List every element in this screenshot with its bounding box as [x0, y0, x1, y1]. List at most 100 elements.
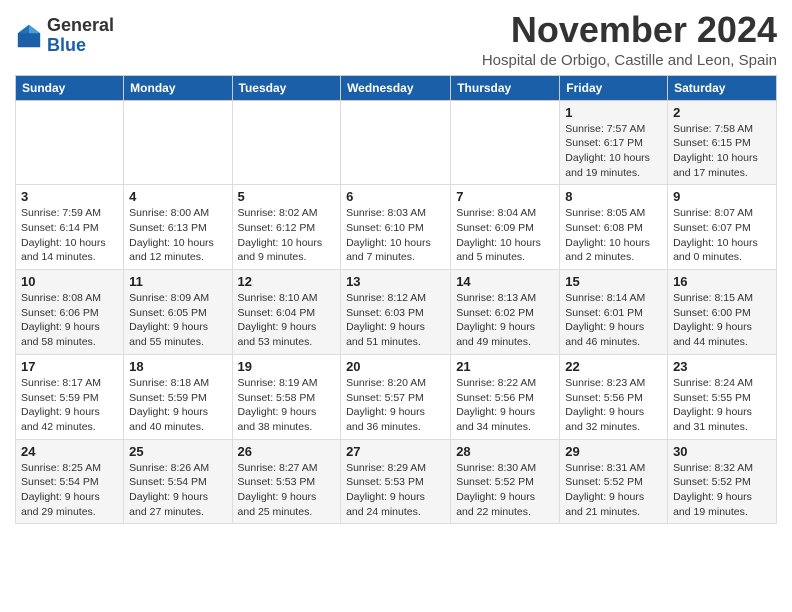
calendar-cell: 2 Sunrise: 7:58 AM Sunset: 6:15 PM Daylig…	[668, 100, 777, 185]
header-thursday: Thursday	[451, 75, 560, 100]
logo-blue: Blue	[47, 36, 114, 56]
calendar-cell: 14 Sunrise: 8:13 AM Sunset: 6:02 PM Dayli…	[451, 270, 560, 355]
calendar-cell: 11Sunrise: 8:09 AM Sunset: 6:05 PM Dayli…	[124, 270, 232, 355]
calendar-cell: 7 Sunrise: 8:04 AM Sunset: 6:09 PM Daylig…	[451, 185, 560, 270]
calendar-cell: 28Sunrise: 8:30 AM Sunset: 5:52 PM Dayli…	[451, 439, 560, 524]
calendar-table: Sunday Monday Tuesday Wednesday Thursday…	[15, 75, 777, 525]
page-container: General Blue November 2024 Hospital de O…	[0, 0, 792, 534]
calendar-cell: 17Sunrise: 8:17 AM Sunset: 5:59 PM Dayli…	[16, 354, 124, 439]
day-number: 18	[129, 359, 226, 374]
day-info: Sunrise: 8:00 AM Sunset: 6:13 PM Dayligh…	[129, 206, 226, 265]
calendar-cell: 19 Sunrise: 8:19 AM Sunset: 5:58 PM Dayli…	[232, 354, 341, 439]
day-number: 5	[238, 189, 336, 204]
calendar-cell	[341, 100, 451, 185]
day-number: 10	[21, 274, 118, 289]
day-info: Sunrise: 8:20 AM Sunset: 5:57 PM Dayligh…	[346, 376, 445, 435]
day-info: Sunrise: 8:30 AM Sunset: 5:52 PM Dayligh…	[456, 461, 554, 520]
day-number: 26	[238, 444, 336, 459]
header-friday: Friday	[560, 75, 668, 100]
day-number: 22	[565, 359, 662, 374]
day-info: Sunrise: 8:04 AM Sunset: 6:09 PM Dayligh…	[456, 206, 554, 265]
day-number: 17	[21, 359, 118, 374]
calendar-cell: 15 Sunrise: 8:14 AM Sunset: 6:01 PM Dayli…	[560, 270, 668, 355]
day-info: Sunrise: 8:18 AM Sunset: 5:59 PM Dayligh…	[129, 376, 226, 435]
calendar-cell: 27 Sunrise: 8:29 AM Sunset: 5:53 PM Dayli…	[341, 439, 451, 524]
calendar-cell	[16, 100, 124, 185]
calendar-cell: 1 Sunrise: 7:57 AM Sunset: 6:17 PM Daylig…	[560, 100, 668, 185]
calendar-cell: 26 Sunrise: 8:27 AM Sunset: 5:53 PM Dayli…	[232, 439, 341, 524]
day-number: 14	[456, 274, 554, 289]
day-number: 19	[238, 359, 336, 374]
calendar-cell	[451, 100, 560, 185]
logo-general: General	[47, 16, 114, 36]
calendar-cell: 6 Sunrise: 8:03 AM Sunset: 6:10 PM Daylig…	[341, 185, 451, 270]
day-number: 2	[673, 105, 771, 120]
week-row-1: 1 Sunrise: 7:57 AM Sunset: 6:17 PM Daylig…	[16, 100, 777, 185]
day-info: Sunrise: 7:57 AM Sunset: 6:17 PM Dayligh…	[565, 122, 662, 181]
logo: General Blue	[15, 16, 114, 56]
day-number: 25	[129, 444, 226, 459]
calendar-cell	[232, 100, 341, 185]
day-number: 12	[238, 274, 336, 289]
day-number: 16	[673, 274, 771, 289]
logo-icon	[15, 22, 43, 50]
calendar-cell	[124, 100, 232, 185]
day-number: 7	[456, 189, 554, 204]
day-info: Sunrise: 8:08 AM Sunset: 6:06 PM Dayligh…	[21, 291, 118, 350]
calendar-cell: 21Sunrise: 8:22 AM Sunset: 5:56 PM Dayli…	[451, 354, 560, 439]
day-number: 4	[129, 189, 226, 204]
day-info: Sunrise: 7:59 AM Sunset: 6:14 PM Dayligh…	[21, 206, 118, 265]
calendar-cell: 23Sunrise: 8:24 AM Sunset: 5:55 PM Dayli…	[668, 354, 777, 439]
day-number: 29	[565, 444, 662, 459]
day-info: Sunrise: 8:10 AM Sunset: 6:04 PM Dayligh…	[238, 291, 336, 350]
day-info: Sunrise: 8:32 AM Sunset: 5:52 PM Dayligh…	[673, 461, 771, 520]
calendar-cell: 9Sunrise: 8:07 AM Sunset: 6:07 PM Daylig…	[668, 185, 777, 270]
day-number: 15	[565, 274, 662, 289]
calendar-cell: 30Sunrise: 8:32 AM Sunset: 5:52 PM Dayli…	[668, 439, 777, 524]
day-info: Sunrise: 8:05 AM Sunset: 6:08 PM Dayligh…	[565, 206, 662, 265]
logo-text: General Blue	[47, 16, 114, 56]
header-saturday: Saturday	[668, 75, 777, 100]
calendar-cell: 20 Sunrise: 8:20 AM Sunset: 5:57 PM Dayli…	[341, 354, 451, 439]
day-number: 11	[129, 274, 226, 289]
weekday-header-row: Sunday Monday Tuesday Wednesday Thursday…	[16, 75, 777, 100]
day-info: Sunrise: 8:31 AM Sunset: 5:52 PM Dayligh…	[565, 461, 662, 520]
day-info: Sunrise: 8:02 AM Sunset: 6:12 PM Dayligh…	[238, 206, 336, 265]
calendar-cell: 22 Sunrise: 8:23 AM Sunset: 5:56 PM Dayli…	[560, 354, 668, 439]
day-info: Sunrise: 8:07 AM Sunset: 6:07 PM Dayligh…	[673, 206, 771, 265]
day-number: 27	[346, 444, 445, 459]
day-info: Sunrise: 8:29 AM Sunset: 5:53 PM Dayligh…	[346, 461, 445, 520]
day-number: 20	[346, 359, 445, 374]
day-number: 8	[565, 189, 662, 204]
week-row-5: 24 Sunrise: 8:25 AM Sunset: 5:54 PM Dayli…	[16, 439, 777, 524]
day-info: Sunrise: 8:14 AM Sunset: 6:01 PM Dayligh…	[565, 291, 662, 350]
day-number: 13	[346, 274, 445, 289]
day-number: 1	[565, 105, 662, 120]
title-block: November 2024 Hospital de Orbigo, Castil…	[482, 10, 777, 69]
day-info: Sunrise: 8:23 AM Sunset: 5:56 PM Dayligh…	[565, 376, 662, 435]
month-title: November 2024	[482, 10, 777, 50]
calendar-cell: 13Sunrise: 8:12 AM Sunset: 6:03 PM Dayli…	[341, 270, 451, 355]
calendar-cell: 24 Sunrise: 8:25 AM Sunset: 5:54 PM Dayli…	[16, 439, 124, 524]
day-info: Sunrise: 8:15 AM Sunset: 6:00 PM Dayligh…	[673, 291, 771, 350]
day-info: Sunrise: 8:03 AM Sunset: 6:10 PM Dayligh…	[346, 206, 445, 265]
calendar-cell: 3Sunrise: 7:59 AM Sunset: 6:14 PM Daylig…	[16, 185, 124, 270]
day-number: 23	[673, 359, 771, 374]
calendar-cell: 18 Sunrise: 8:18 AM Sunset: 5:59 PM Dayli…	[124, 354, 232, 439]
week-row-2: 3Sunrise: 7:59 AM Sunset: 6:14 PM Daylig…	[16, 185, 777, 270]
day-number: 6	[346, 189, 445, 204]
day-info: Sunrise: 7:58 AM Sunset: 6:15 PM Dayligh…	[673, 122, 771, 181]
calendar-cell: 25 Sunrise: 8:26 AM Sunset: 5:54 PM Dayli…	[124, 439, 232, 524]
calendar-cell: 16 Sunrise: 8:15 AM Sunset: 6:00 PM Dayli…	[668, 270, 777, 355]
header-sunday: Sunday	[16, 75, 124, 100]
calendar-cell: 5 Sunrise: 8:02 AM Sunset: 6:12 PM Daylig…	[232, 185, 341, 270]
day-info: Sunrise: 8:13 AM Sunset: 6:02 PM Dayligh…	[456, 291, 554, 350]
calendar-cell: 29 Sunrise: 8:31 AM Sunset: 5:52 PM Dayli…	[560, 439, 668, 524]
week-row-3: 10 Sunrise: 8:08 AM Sunset: 6:06 PM Dayli…	[16, 270, 777, 355]
day-info: Sunrise: 8:27 AM Sunset: 5:53 PM Dayligh…	[238, 461, 336, 520]
calendar-cell: 8 Sunrise: 8:05 AM Sunset: 6:08 PM Daylig…	[560, 185, 668, 270]
day-info: Sunrise: 8:19 AM Sunset: 5:58 PM Dayligh…	[238, 376, 336, 435]
day-number: 24	[21, 444, 118, 459]
day-info: Sunrise: 8:26 AM Sunset: 5:54 PM Dayligh…	[129, 461, 226, 520]
day-info: Sunrise: 8:25 AM Sunset: 5:54 PM Dayligh…	[21, 461, 118, 520]
